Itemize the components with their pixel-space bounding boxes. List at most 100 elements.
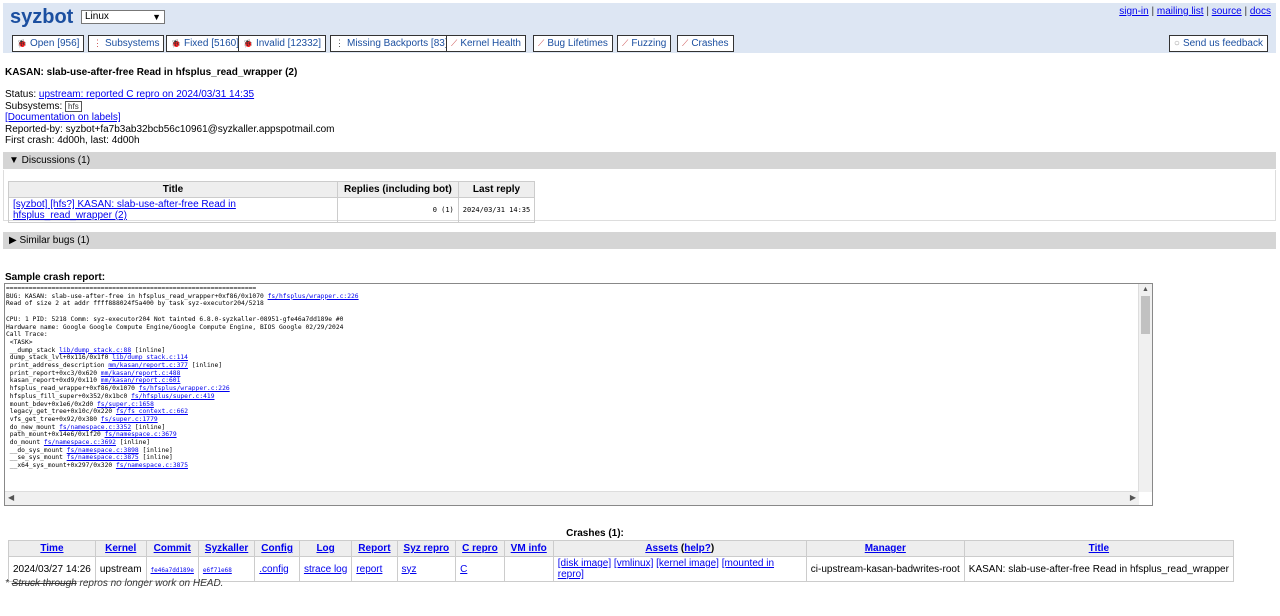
source-link[interactable]: mm/kasan/report.c:488 bbox=[101, 370, 181, 377]
source-link[interactable]: lib/dump_stack.c:88 bbox=[59, 347, 131, 354]
table-row: [syzbot] [hfs?] KASAN: slab-use-after-fr… bbox=[8, 197, 536, 223]
status-link[interactable]: upstream: reported C repro on 2024/03/31… bbox=[39, 89, 254, 100]
source-link[interactable]: lib/dump_stack.c:114 bbox=[112, 354, 188, 361]
source-link[interactable]: fs/fs_context.c:662 bbox=[116, 408, 188, 415]
col-last-reply: Last reply bbox=[457, 181, 536, 198]
bug-icon: 🐞 bbox=[17, 39, 27, 48]
nav-bug-lifetimes-button[interactable]: ⟋ Bug Lifetimes bbox=[533, 35, 613, 52]
send-feedback-button[interactable]: ○ Send us feedback bbox=[1168, 35, 1268, 52]
crash-report-box[interactable]: ========================================… bbox=[4, 283, 1153, 506]
discussion-link[interactable]: [syzbot] [hfs?] KASAN: slab-use-after-fr… bbox=[13, 199, 236, 221]
horizontal-scrollbar[interactable]: ◀ ▶ bbox=[5, 491, 1139, 505]
source-link[interactable]: mm/kasan/report.c:601 bbox=[101, 377, 181, 384]
source-link[interactable]: mm/kasan/report.c:377 bbox=[108, 362, 188, 369]
report-line: __do_sys_mount fs/namespace.c:3898 [inli… bbox=[6, 446, 173, 454]
source-link[interactable]: fs/namespace.c:3898 bbox=[67, 447, 139, 454]
report-line: __se_sys_mount fs/namespace.c:3875 [inli… bbox=[6, 454, 173, 462]
asset-kernel-image-link[interactable]: [kernel image] bbox=[656, 558, 719, 569]
source-link[interactable]: fs/namespace.c:3875 bbox=[67, 454, 139, 461]
source-link[interactable]: fs/hfsplus/wrapper.c:226 bbox=[139, 385, 230, 392]
mailing-list-link[interactable]: mailing list bbox=[1157, 6, 1204, 17]
assets-help-link[interactable]: help? bbox=[684, 543, 711, 554]
syz-repro-link[interactable]: syz bbox=[402, 564, 417, 575]
backport-icon: ⋮ bbox=[335, 38, 344, 48]
sort-c-repro[interactable]: C repro bbox=[462, 543, 498, 554]
config-link[interactable]: .config bbox=[259, 564, 288, 575]
sign-in-link[interactable]: sign-in bbox=[1119, 6, 1148, 17]
graph-icon: ⟋ bbox=[451, 38, 458, 48]
nav-fuzzing-button[interactable]: ⟋ Fuzzing bbox=[617, 35, 672, 52]
c-repro-link[interactable]: C bbox=[460, 564, 467, 575]
graph-icon: ⟋ bbox=[538, 38, 545, 48]
source-link[interactable]: source bbox=[1212, 6, 1242, 17]
source-link[interactable]: fs/namespace.c:3352 bbox=[59, 424, 131, 431]
os-select-value: Linux bbox=[85, 11, 109, 22]
source-link[interactable]: fs/super.c:1779 bbox=[101, 416, 158, 423]
source-link[interactable]: fs/super.c:1658 bbox=[97, 401, 154, 408]
bug-info: Status: upstream: reported C repro on 20… bbox=[5, 89, 335, 146]
chevron-down-icon: ▼ bbox=[152, 12, 161, 22]
asset-vmlinux-link[interactable]: [vmlinux] bbox=[614, 558, 653, 569]
chat-bubble-icon: ○ bbox=[1173, 38, 1180, 49]
crashes-table: Time Kernel Commit Syzkaller Config Log … bbox=[8, 540, 1234, 582]
report-line: BUG: KASAN: slab-use-after-free in hfspl… bbox=[6, 292, 359, 300]
scroll-up-icon: ▲ bbox=[1142, 286, 1149, 293]
discussions-table: Title Replies (including bot) Last reply… bbox=[8, 181, 536, 223]
bug-icon: 🐞 bbox=[243, 39, 253, 48]
scroll-right-icon: ▶ bbox=[1129, 493, 1136, 502]
sort-syzkaller[interactable]: Syzkaller bbox=[205, 543, 248, 554]
report-line: do_mount fs/namespace.c:3692 [inline] bbox=[6, 439, 151, 447]
report-line: vfs_get_tree+0x92/0x380 fs/super.c:1779 bbox=[6, 415, 158, 423]
sample-crash-title: Sample crash report: bbox=[5, 272, 106, 283]
source-link[interactable]: fs/namespace.c:3679 bbox=[105, 431, 177, 438]
os-select[interactable]: Linux ▼ bbox=[81, 10, 165, 24]
footer-note: * Struck through repros no longer work o… bbox=[5, 578, 224, 589]
nav-subsystems-button[interactable]: ⋮ Subsystems bbox=[88, 35, 165, 52]
sort-config[interactable]: Config bbox=[261, 543, 293, 554]
graph-icon: ⟋ bbox=[622, 38, 629, 48]
source-link[interactable]: fs/namespace.c:3875 bbox=[116, 462, 188, 469]
syzbot-logo[interactable]: syzbot bbox=[10, 6, 73, 29]
sort-syz-repro[interactable]: Syz repro bbox=[404, 543, 450, 554]
asset-disk-image-link[interactable]: [disk image] bbox=[558, 558, 611, 569]
reported-by: Reported-by: syzbot+fa7b3ab32bcb56c10961… bbox=[5, 123, 335, 135]
report-line: hfsplus_read_wrapper+0xf86/0x1070 fs/hfs… bbox=[6, 385, 230, 393]
similar-bugs-toggle[interactable]: ▶ Similar bugs (1) bbox=[3, 232, 1276, 249]
nav-kernel-health-button[interactable]: ⟋ Kernel Health bbox=[446, 35, 526, 52]
sort-manager[interactable]: Manager bbox=[865, 543, 906, 554]
first-crash: First crash: 4d00h, last: 4d00h bbox=[5, 135, 140, 146]
scroll-thumb[interactable] bbox=[1141, 296, 1150, 334]
nav-crashes-button[interactable]: ⟋ Crashes bbox=[677, 35, 734, 52]
nav-invalid-button[interactable]: 🐞 Invalid [12332] bbox=[238, 35, 327, 52]
commit-link[interactable]: fe46a7dd189e bbox=[151, 567, 194, 574]
report-line: Hardware name: Google Google Compute Eng… bbox=[6, 323, 344, 331]
nav-missing-backports-button[interactable]: ⋮ Missing Backports [83] bbox=[330, 35, 453, 52]
discussions-toggle[interactable]: ▼ Discussions (1) bbox=[3, 152, 1276, 169]
sort-kernel[interactable]: Kernel bbox=[105, 543, 136, 554]
sort-time[interactable]: Time bbox=[40, 543, 63, 554]
nav-open-button[interactable]: 🐞 Open [956] bbox=[12, 35, 85, 52]
bug-title: KASAN: slab-use-after-free Read in hfspl… bbox=[5, 67, 298, 78]
sort-title[interactable]: Title bbox=[1089, 543, 1109, 554]
source-link[interactable]: fs/namespace.c:3692 bbox=[44, 439, 116, 446]
assets-header[interactable]: Assets bbox=[645, 543, 678, 554]
syzkaller-link[interactable]: e6f71e68 bbox=[203, 567, 232, 574]
nav-fixed-button[interactable]: 🐞 Fixed [5160] bbox=[166, 35, 245, 52]
documentation-labels-link[interactable]: [Documentation on labels] bbox=[5, 112, 121, 123]
vertical-scrollbar[interactable]: ▲ bbox=[1138, 284, 1152, 492]
source-link[interactable]: fs/hfsplus/super.c:419 bbox=[131, 393, 214, 400]
log-link[interactable]: strace log bbox=[304, 564, 347, 575]
source-link[interactable]: fs/hfsplus/wrapper.c:226 bbox=[268, 293, 359, 300]
subsystems-icon: ⋮ bbox=[93, 38, 102, 48]
report-line: dump_stack_lvl+0x116/0x1f0 lib/dump_stac… bbox=[6, 354, 188, 362]
report-line: Call Trace: bbox=[6, 331, 48, 339]
sort-commit[interactable]: Commit bbox=[154, 543, 191, 554]
report-line: __x64_sys_mount+0x297/0x320 fs/namespace… bbox=[6, 462, 188, 470]
sort-vm-info[interactable]: VM info bbox=[511, 543, 547, 554]
sort-log[interactable]: Log bbox=[316, 543, 334, 554]
col-replies: Replies (including bot) bbox=[337, 181, 459, 198]
subsystem-tag-hfs[interactable]: hfs bbox=[65, 100, 82, 112]
docs-link[interactable]: docs bbox=[1250, 6, 1271, 17]
sort-report[interactable]: Report bbox=[358, 543, 390, 554]
report-link[interactable]: report bbox=[356, 564, 382, 575]
